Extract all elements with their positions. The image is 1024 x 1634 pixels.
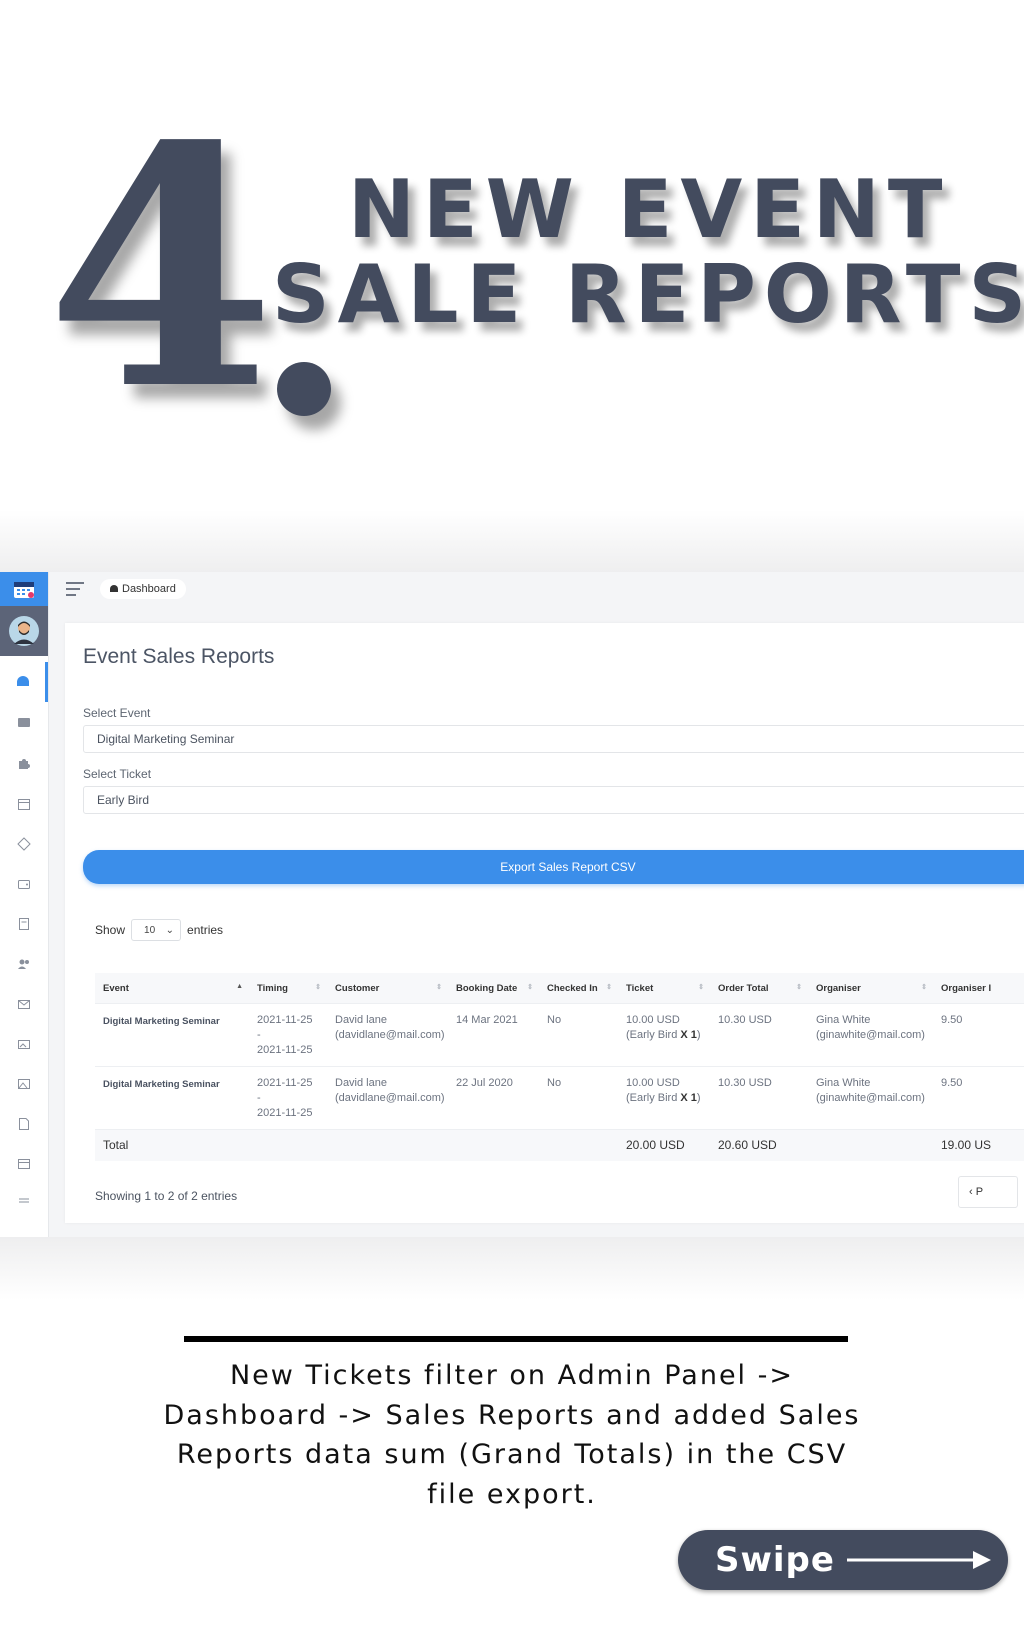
list-icon[interactable] (0, 1182, 48, 1222)
cell-order-total: 10.30 USD (710, 1003, 808, 1067)
cell-checked-in: No (539, 1066, 618, 1130)
entries-select[interactable]: 10 ⌄ (131, 919, 182, 941)
total-organiser: 19.00 US (933, 1129, 1024, 1161)
breadcrumb[interactable]: Dashboard (100, 579, 186, 599)
cell-ticket: 10.00 USD (Early Bird X 1) (618, 1066, 710, 1130)
column-header-order-total[interactable]: Order Total ⇕ (710, 973, 808, 1004)
cell-customer: David lane (davidlane@mail.com) (327, 1003, 448, 1067)
calendar-logo-icon[interactable] (0, 572, 48, 606)
cell-booking-date: 14 Mar 2021 (448, 1003, 539, 1067)
column-header-checked-in[interactable]: Checked In ⇕ (539, 973, 618, 1004)
total-ticket: 20.00 USD (618, 1129, 710, 1161)
export-csv-button[interactable]: Export Sales Report CSV (83, 850, 1024, 884)
sort-icon: ⇕ (921, 984, 927, 991)
cell-organiser: Gina White (ginawhite@mail.com) (808, 1003, 933, 1067)
sort-icon: ⇕ (436, 984, 442, 991)
cell-event: Digital Marketing Seminar (95, 1066, 249, 1130)
sort-icon: ⇕ (796, 984, 802, 991)
entries-label: entries (187, 923, 224, 937)
cell-event: Digital Marketing Seminar (95, 1003, 249, 1067)
swipe-button[interactable]: Swipe (678, 1530, 1008, 1590)
ticket-icon[interactable] (0, 824, 48, 864)
hero-dot (277, 362, 331, 416)
column-header-timing[interactable]: Timing ⇕ (249, 973, 327, 1004)
table-row: Digital Marketing Seminar 2021-11-25 -20… (95, 1066, 1024, 1130)
chevron-left-icon: ‹ (969, 1186, 976, 1198)
table-header-row: Event ▲ Timing ⇕ Customer ⇕ Booking Date ⇕ C… (95, 973, 1024, 1004)
folder-icon[interactable] (0, 702, 48, 742)
select-ticket-dropdown[interactable]: Early Bird (83, 786, 1024, 814)
report-card: Event Sales Reports Select Event Digital… (65, 623, 1024, 1223)
page-icon[interactable] (0, 1144, 48, 1184)
cell-timing: 2021-11-25 -2021-11-25 (249, 1066, 327, 1130)
column-header-event[interactable]: Event ▲ (95, 973, 249, 1004)
page-title: Event Sales Reports (83, 645, 275, 668)
select-event-value: Digital Marketing Seminar (97, 732, 235, 746)
users-icon[interactable] (0, 944, 48, 984)
column-header-booking-date[interactable]: Booking Date ⇕ (448, 973, 539, 1004)
select-ticket-value: Early Bird (97, 793, 150, 807)
pagination-previous-button[interactable]: ‹ P (958, 1176, 1018, 1208)
cell-customer: David lane (davidlane@mail.com) (327, 1066, 448, 1130)
divider (184, 1336, 848, 1342)
column-header-organiser-earning[interactable]: Organiser I (933, 973, 1024, 1004)
puzzle-icon[interactable] (0, 744, 48, 784)
chevron-down-icon: ⌄ (165, 924, 175, 936)
cell-timing: 2021-11-25 -2021-11-25 (249, 1003, 327, 1067)
show-label: Show (95, 923, 126, 937)
cell-booking-date: 22 Jul 2020 (448, 1066, 539, 1130)
dashboard-crumb-icon (110, 585, 118, 592)
mail-icon[interactable] (0, 984, 48, 1024)
column-header-organiser[interactable]: Organiser ⇕ (808, 973, 933, 1004)
arrow-right-icon (846, 1551, 991, 1569)
entries-control: Show 10 ⌄ entries (95, 919, 223, 941)
cell-organiser-earning: 9.50 (933, 1003, 1024, 1067)
entries-value: 10 (144, 924, 156, 936)
sort-icon: ⇕ (527, 984, 533, 991)
cell-checked-in: No (539, 1003, 618, 1067)
cell-organiser-earning: 9.50 (933, 1066, 1024, 1130)
menu-toggle-icon[interactable] (66, 582, 84, 596)
calendar-icon[interactable] (0, 784, 48, 824)
total-row: Total 20.00 USD 20.60 USD 19.00 US (95, 1129, 1024, 1161)
sort-icon: ⇕ (606, 984, 612, 991)
select-ticket-label: Select Ticket (83, 767, 152, 781)
dashboard-icon[interactable] (0, 662, 48, 702)
select-event-dropdown[interactable]: Digital Marketing Seminar (83, 725, 1024, 753)
total-order: 20.60 USD (710, 1129, 808, 1161)
hero-title-line-2: SALE REPORTS (272, 248, 1024, 341)
sort-icon: ⇕ (698, 984, 704, 991)
select-event-label: Select Event (83, 706, 151, 720)
column-header-customer[interactable]: Customer ⇕ (327, 973, 448, 1004)
sales-table: Event ▲ Timing ⇕ Customer ⇕ Booking Date ⇕ C… (95, 973, 1024, 1161)
cell-ticket: 10.00 USD (Early Bird X 1) (618, 1003, 710, 1067)
wallet-icon[interactable] (0, 864, 48, 904)
document-icon[interactable] (0, 1104, 48, 1144)
book-icon[interactable] (0, 904, 48, 944)
sidebar (0, 572, 49, 1237)
user-avatar-icon[interactable] (0, 606, 48, 656)
cell-order-total: 10.30 USD (710, 1066, 808, 1130)
caption-text: New Tickets filter on Admin Panel -> Das… (163, 1360, 861, 1510)
sort-asc-icon: ▲ (236, 983, 243, 990)
image-icon[interactable] (0, 1064, 48, 1104)
breadcrumb-label: Dashboard (122, 583, 176, 595)
showing-entries-text: Showing 1 to 2 of 2 entries (95, 1189, 238, 1203)
column-header-ticket[interactable]: Ticket ⇕ (618, 973, 710, 1004)
hero-title-line-1: NEW EVENT (348, 163, 951, 256)
gallery-icon[interactable] (0, 1024, 48, 1064)
table-row: Digital Marketing Seminar 2021-11-25 -20… (95, 1003, 1024, 1067)
admin-screenshot: Dashboard Event Sales Reports Select Eve… (0, 572, 1024, 1237)
cell-organiser: Gina White (ginawhite@mail.com) (808, 1066, 933, 1130)
sort-icon: ⇕ (315, 984, 321, 991)
pagination-label: P (975, 1186, 984, 1198)
topbar: Dashboard (48, 572, 1024, 606)
swipe-label: Swipe (715, 1540, 835, 1580)
hero-number: 4 (46, 74, 276, 462)
total-label: Total (95, 1129, 249, 1161)
